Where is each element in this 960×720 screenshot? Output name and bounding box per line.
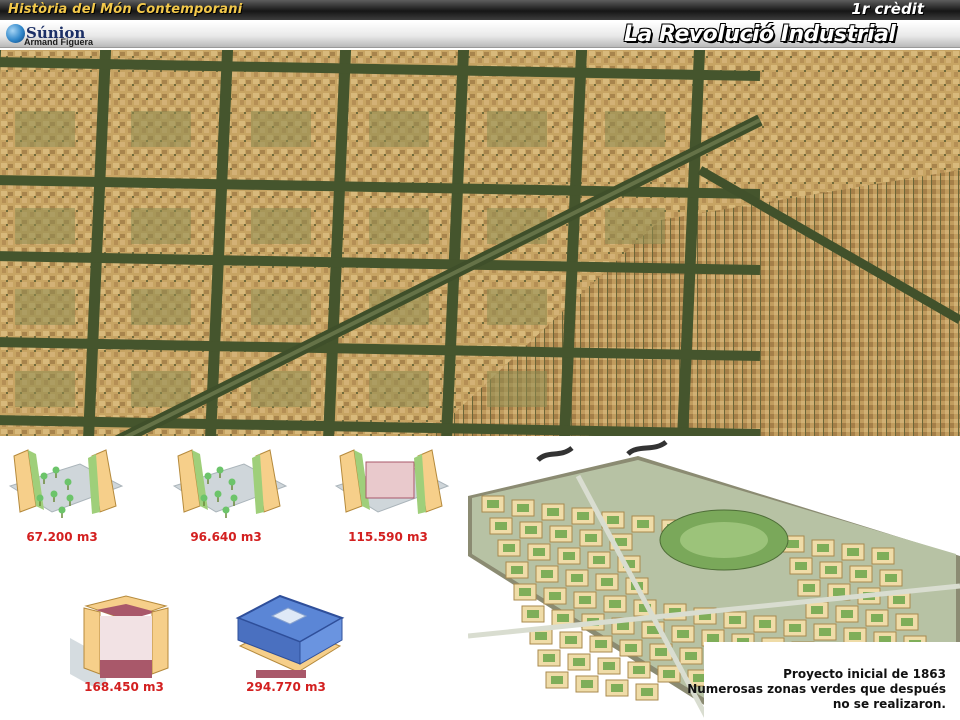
volume-label: 96.640 m3 [190, 530, 262, 544]
globe-icon [6, 24, 25, 43]
slide-header: Història del Món Contemporani 1r crèdit … [0, 0, 960, 50]
volume-label: 168.450 m3 [84, 680, 164, 694]
volume-label: 67.200 m3 [26, 530, 98, 544]
volume-block-5 [228, 586, 358, 686]
cerda-plan-illustration: Proyecto inicial de 1863 Numerosas zonas… [468, 436, 960, 720]
volume-block-1 [4, 436, 134, 536]
aerial-city-photo [0, 50, 960, 436]
plan-caption-line: Proyecto inicial de 1863 [783, 667, 946, 681]
block-volume-diagram: 67.200 m3 96.640 m3 115.590 m3 168.450 m… [0, 436, 468, 720]
volume-label: 294.770 m3 [246, 680, 326, 694]
plan-caption-line: Numerosas zonas verdes que después [687, 682, 946, 696]
publisher-logo: Súnion Armand Figuera [6, 22, 116, 48]
plan-caption: Proyecto inicial de 1863 Numerosas zonas… [687, 667, 946, 712]
plan-caption-line: no se realizaron. [832, 697, 946, 711]
lesson-title: La Revolució Industrial [624, 22, 896, 47]
aerial-photo-image [0, 50, 960, 436]
volume-block-2 [168, 436, 298, 536]
volume-label: 115.590 m3 [348, 530, 428, 544]
volume-block-3 [330, 436, 460, 536]
logo-author: Armand Figuera [24, 37, 94, 47]
volume-block-4 [66, 586, 196, 686]
course-title: Història del Món Contemporani [8, 2, 243, 17]
credit-label: 1r crèdit [851, 0, 924, 18]
